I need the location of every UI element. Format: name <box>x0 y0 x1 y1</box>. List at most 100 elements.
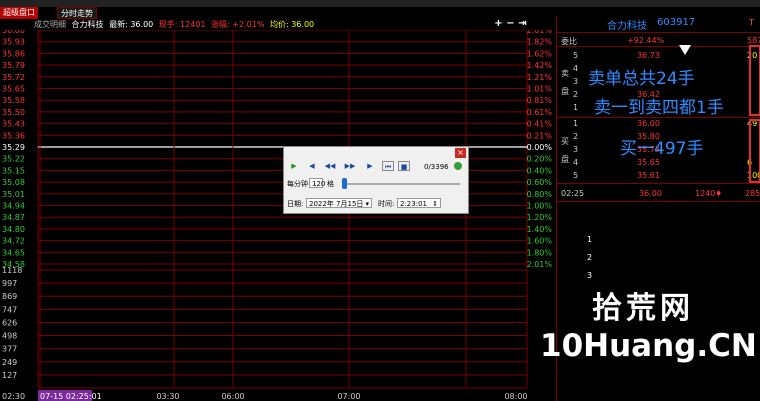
pct-tick-label: 0.20% <box>527 155 553 164</box>
avg-value: 36.00 <box>291 20 315 29</box>
close-icon[interactable]: × <box>455 148 466 158</box>
intraday-chart[interactable]: 36.00 2.01% 35.93 1.82% 35.86 1.62% 35.79 1.42%… <box>0 30 555 401</box>
change-label: 涨幅: <box>211 20 230 29</box>
speed-unit: 格 <box>327 180 334 188</box>
level-price: 35.65 <box>637 158 660 167</box>
price-tick-label: 35.65 <box>2 85 25 94</box>
sell-volume-highlight <box>749 45 760 116</box>
tick-last: 285 <box>745 189 760 198</box>
level-price: 36.73 <box>637 51 660 60</box>
quote-info-bar: 成交明细 合力科技 最新: 36.00 现手: 12401 涨幅: +2.01%… <box>0 19 555 30</box>
orderbook-row[interactable]: 4 35.65 6 <box>557 158 760 170</box>
zoom-in-button[interactable]: + <box>494 19 503 29</box>
play-icon[interactable]: ▶ <box>288 161 300 171</box>
jump-start-icon[interactable]: ⏮ <box>382 161 394 171</box>
avg-label: 均价: <box>269 20 289 29</box>
divider <box>557 201 760 202</box>
level-price: 36.00 <box>637 119 660 128</box>
ratio-value: +92.44% <box>627 36 665 45</box>
pct-tick-label: 2.01% <box>527 260 553 269</box>
time-tick-label: 06:00 <box>221 392 244 401</box>
pct-tick-label: 1.20% <box>527 213 553 222</box>
tick-volume: 1240 <box>695 189 716 198</box>
trade-flag: T <box>749 18 754 27</box>
progress-counter: 0/3396 <box>424 163 449 171</box>
price-tick-label: 35.36 <box>2 131 25 140</box>
price-tick-label: 35.22 <box>2 155 25 164</box>
speed-input[interactable]: 120 <box>309 178 325 188</box>
trade-detail-label[interactable]: 成交明细 <box>34 20 66 29</box>
ratio-diff: 587 <box>747 36 760 45</box>
tab-super-orderbook[interactable]: 超级盘口 <box>0 7 38 19</box>
pct-tick-label: 0.40% <box>527 166 553 175</box>
pct-tick-label: 2.01% <box>527 30 553 35</box>
pct-tick-label: 1.80% <box>527 248 553 257</box>
side-number: 3 <box>587 271 593 280</box>
price-tick-label: 35.43 <box>2 120 25 129</box>
time-tick-label: 07:00 <box>337 392 360 401</box>
speed-slider-track[interactable] <box>344 183 460 185</box>
jump-end-button[interactable]: ⇥ <box>518 19 527 29</box>
date-picker[interactable]: 2022年 7月15日 ▾ <box>306 198 372 208</box>
level-number: 5 <box>573 171 579 180</box>
replay-dialog: × ▶ ◀ ◀◀ ▶▶ ▶ ⏮ ■ 0/3396 每分钟 120 格 日期: 2… <box>283 146 469 214</box>
cursor-time-label: 07-15 02:25:01 <box>40 392 102 401</box>
spinner-icon: ⇕ <box>432 200 438 208</box>
pct-tick-label: 1.21% <box>527 73 553 82</box>
rewind-icon[interactable]: ◀◀ <box>324 161 336 171</box>
time-tick-label: 03:30 <box>156 392 179 401</box>
date-value: 2022年 7月15日 <box>309 200 364 208</box>
price-tick-label: 34.87 <box>2 213 25 222</box>
orderbook-row[interactable]: 1 36.00 497 <box>557 119 760 131</box>
price-tick-label: 35.15 <box>2 166 25 175</box>
pct-tick-label: 0.21% <box>527 131 553 140</box>
change-value: +2.01% <box>232 20 265 29</box>
latest-value: 36.00 <box>130 20 154 29</box>
price-tick-label: 34.80 <box>2 225 25 234</box>
refresh-icon[interactable] <box>454 162 462 170</box>
price-tick-label: 35.58 <box>2 96 25 105</box>
chart-grid: 36.00 2.01% 35.93 1.82% 35.86 1.62% 35.79 1.42%… <box>2 30 553 401</box>
tick-time: 02:25 <box>561 189 585 198</box>
price-tick-label: 35.86 <box>2 49 25 58</box>
time-value: 2:23:01 <box>400 200 427 208</box>
time-input[interactable]: 2:23:01 ⇕ <box>397 198 441 208</box>
volume-label: 现手: <box>158 20 178 29</box>
tab-time-trend[interactable]: 分时走势 <box>57 7 97 19</box>
annotation-sell-levels: 卖一到卖四都1手 <box>594 98 724 118</box>
time-tick-label: 08:00 <box>504 392 527 401</box>
volume-tick-label: 869 <box>2 292 17 301</box>
level-number: 4 <box>573 158 579 167</box>
dropdown-arrow-icon[interactable] <box>679 45 691 55</box>
level-number: 4 <box>573 64 579 73</box>
speed-slider-handle[interactable] <box>342 178 347 189</box>
annotation-sell-total: 卖单总共24手 <box>588 69 695 89</box>
orderbook-row[interactable]: 5 35.61 100 <box>557 171 760 183</box>
side-number: 1 <box>587 235 593 244</box>
price-tick-label: 35.29 <box>2 143 25 152</box>
stop-icon[interactable]: ■ <box>398 161 410 171</box>
step-back-icon[interactable]: ◀ <box>306 161 318 171</box>
divider <box>557 183 760 184</box>
pct-tick-label: 0.81% <box>527 96 553 105</box>
time-tick-label: 02:30 <box>2 392 25 401</box>
window-title-bar <box>0 0 760 7</box>
buy-volume-highlight <box>749 119 760 183</box>
level-number: 5 <box>573 51 579 60</box>
pct-tick-label: 1.62% <box>527 49 553 58</box>
zoom-out-button[interactable]: − <box>506 19 515 29</box>
panel-stock-name: 合力科技 <box>607 21 647 32</box>
step-forward-icon[interactable]: ▶ <box>364 161 376 171</box>
pct-tick-label: 0.60% <box>527 178 553 187</box>
pct-tick-label: 0.41% <box>527 120 553 129</box>
fast-forward-icon[interactable]: ▶▶ <box>344 161 356 171</box>
divider <box>557 46 760 47</box>
time-label: 时间: <box>378 200 395 208</box>
side-number: 2 <box>587 253 593 262</box>
level-number: 1 <box>573 119 579 128</box>
price-tick-label: 35.72 <box>2 73 25 82</box>
pct-tick-label: 0.61% <box>527 108 553 117</box>
volume-tick-label: 626 <box>2 318 17 327</box>
orderbook-row[interactable]: 5 36.73 20 <box>557 51 760 63</box>
latest-label: 最新: <box>109 20 128 29</box>
